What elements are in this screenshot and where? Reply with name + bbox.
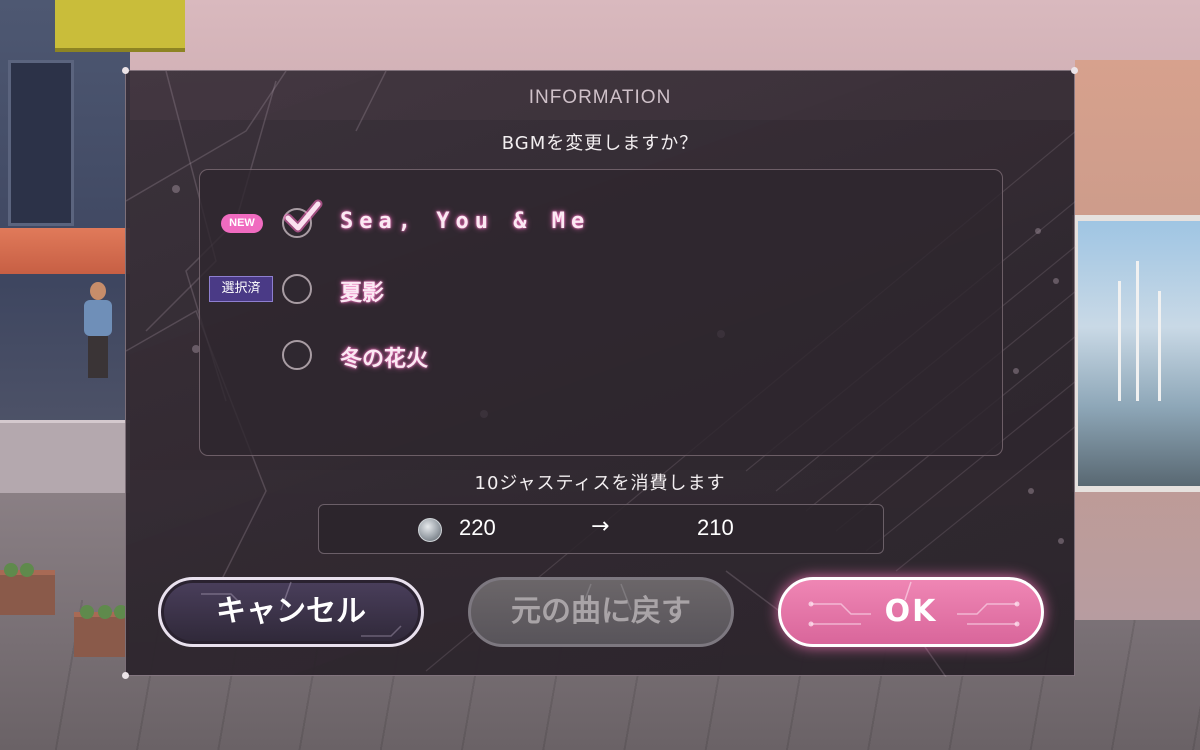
song-radio[interactable] (282, 340, 312, 370)
arrow-right-icon: → (591, 514, 610, 539)
background-character (80, 282, 114, 378)
new-badge: NEW (221, 214, 263, 233)
justice-cost-box: 220 → 210 (318, 504, 884, 554)
song-option-fuyu-no-hanabi[interactable]: 冬の花火 (200, 334, 1002, 378)
cancel-button[interactable]: キャンセル (158, 577, 424, 647)
song-option-sea-you-and-me[interactable]: NEW Sea, You & Me (200, 199, 1002, 246)
background-painting (1072, 215, 1200, 492)
background-planter (74, 605, 129, 657)
currently-selected-badge: 選択済 (209, 276, 273, 302)
background-planter (0, 563, 55, 615)
cost-message: 10ジャスティスを消費します (474, 473, 726, 494)
song-title: Sea, You & Me (340, 209, 591, 234)
background-window (8, 60, 74, 226)
background-awning (0, 228, 130, 274)
song-option-natsukage[interactable]: 選択済 夏影 (200, 268, 1002, 312)
checkmark-icon (283, 199, 323, 233)
song-title: 夏影 (340, 281, 385, 306)
dialog-question: BGMを変更しますか？ (501, 133, 699, 154)
background-steps (0, 420, 130, 493)
justice-after: 210 (697, 515, 734, 540)
song-title: 冬の花火 (340, 347, 429, 372)
dialog-title: INFORMATION (528, 87, 672, 108)
bgm-song-list: NEW Sea, You & Me 選択済 夏影 冬の花火 (199, 169, 1003, 456)
revert-original-song-button[interactable]: 元の曲に戻す (468, 577, 734, 647)
ok-button[interactable]: OK (778, 577, 1044, 647)
song-radio[interactable] (282, 274, 312, 304)
justice-before: 220 (459, 515, 496, 540)
bgm-change-dialog: INFORMATION BGMを変更しますか？ NEW Sea, You & M… (122, 67, 1078, 679)
background-sign (55, 0, 185, 52)
justice-coin-icon (418, 518, 442, 542)
